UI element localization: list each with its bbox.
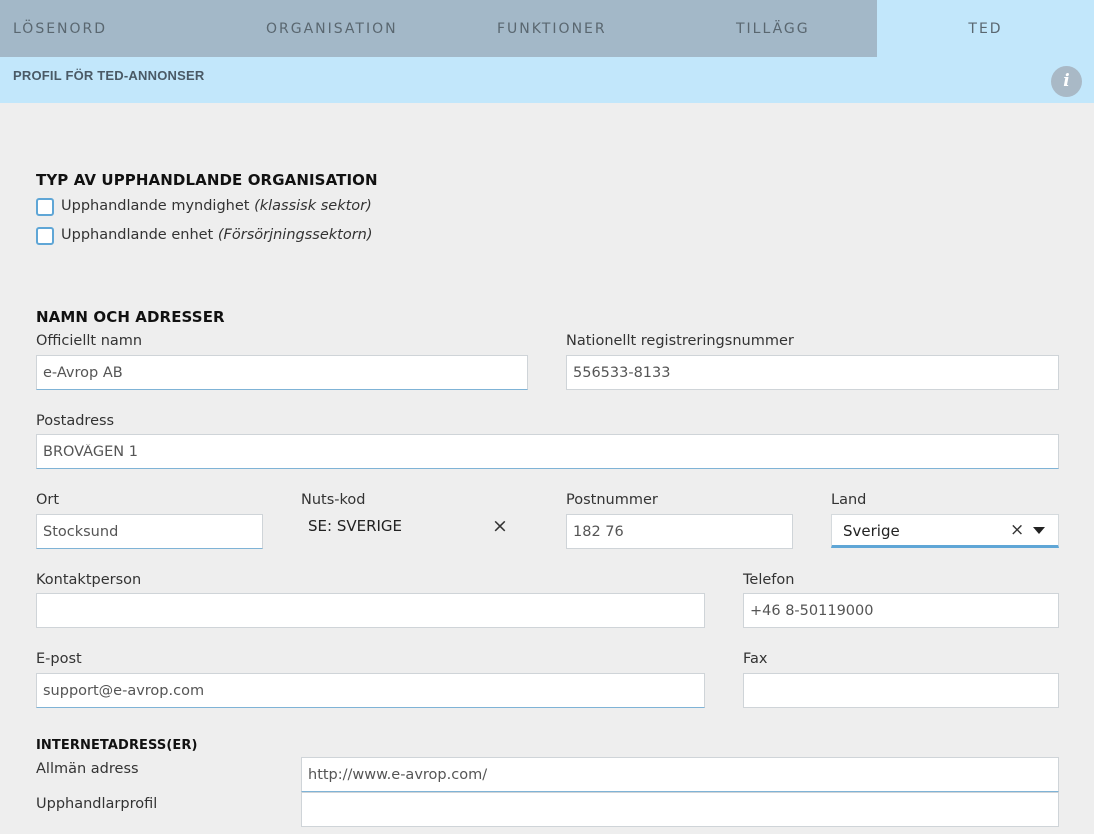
official-name-label: Officiellt namn — [36, 333, 143, 349]
nuts-label: Nuts-kod — [301, 492, 366, 508]
general-address-label: Allmän adress — [36, 761, 139, 777]
buyer-profile-label: Upphandlarprofil — [36, 796, 158, 812]
fax-input[interactable] — [743, 673, 1059, 708]
official-name-input[interactable] — [36, 355, 528, 390]
city-input[interactable] — [36, 514, 263, 549]
tab-organisation[interactable]: ORGANISATION — [266, 0, 398, 57]
checkbox-note-enhet: (Försörjningssektorn) — [217, 227, 373, 243]
contact-input[interactable] — [36, 593, 705, 628]
email-input[interactable] — [36, 673, 705, 708]
tab-funktioner[interactable]: FUNKTIONER — [497, 0, 607, 57]
country-label: Land — [831, 492, 867, 508]
org-type-heading: TYP AV UPPHANDLANDE ORGANISATION — [36, 171, 378, 189]
country-clear-icon[interactable]: × — [1010, 520, 1024, 540]
names-heading: NAMN OCH ADRESSER — [36, 308, 225, 326]
general-address-input[interactable] — [301, 757, 1059, 792]
country-value: Sverige — [843, 522, 900, 540]
postal-address-input[interactable] — [36, 434, 1059, 469]
city-label: Ort — [36, 492, 60, 508]
checkbox-label-enhet: Upphandlande enhet — [61, 227, 214, 243]
tab-ted[interactable]: TED — [877, 0, 1094, 57]
checkbox-myndighet[interactable] — [36, 198, 54, 216]
phone-input[interactable] — [743, 593, 1059, 628]
reg-number-label: Nationellt registreringsnummer — [566, 333, 794, 349]
phone-label: Telefon — [743, 572, 795, 588]
info-icon[interactable]: i — [1051, 66, 1082, 97]
checkbox-label-myndighet: Upphandlande myndighet — [61, 198, 250, 214]
internet-heading: INTERNETADRESS(ER) — [36, 738, 198, 753]
nuts-value: SE: SVERIGE — [308, 517, 403, 535]
fax-label: Fax — [743, 651, 768, 667]
page-header: PROFIL FÖR TED-ANNONSER i — [0, 57, 1094, 103]
nuts-clear-icon[interactable]: × — [492, 515, 508, 537]
buyer-profile-input[interactable] — [301, 792, 1059, 827]
reg-number-input[interactable] — [566, 355, 1059, 390]
postcode-label: Postnummer — [566, 492, 658, 508]
chevron-down-icon[interactable] — [1033, 527, 1045, 534]
checkbox-note-myndighet: (klassisk sektor) — [254, 198, 372, 214]
postcode-input[interactable] — [566, 514, 793, 549]
tab-losenord[interactable]: LÖSENORD — [13, 0, 107, 57]
country-select[interactable]: Sverige × — [831, 514, 1059, 548]
tab-tillagg[interactable]: TILLÄGG — [736, 0, 810, 57]
contact-label: Kontaktperson — [36, 572, 142, 588]
page-title: PROFIL FÖR TED-ANNONSER — [13, 68, 205, 83]
checkbox-enhet[interactable] — [36, 227, 54, 245]
postal-address-label: Postadress — [36, 413, 115, 429]
tab-bar: LÖSENORD ORGANISATION FUNKTIONER TILLÄGG… — [0, 0, 1094, 57]
email-label: E-post — [36, 651, 82, 667]
